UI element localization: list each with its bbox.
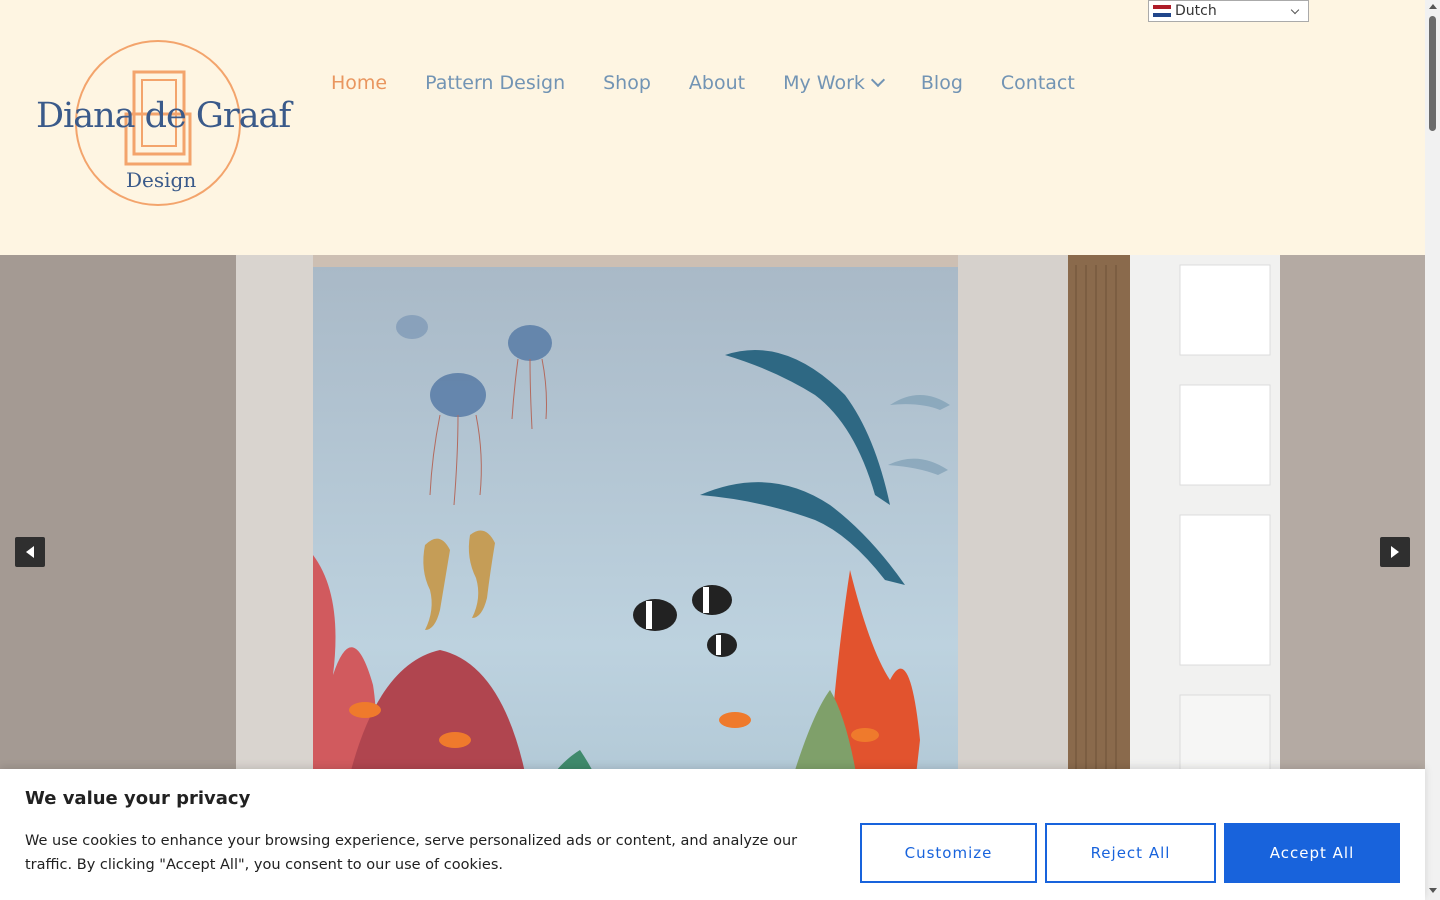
page-scrollbar[interactable] [1425, 0, 1440, 900]
triangle-right-icon [1391, 546, 1399, 558]
language-select-value: Dutch [1175, 3, 1217, 19]
nav-shop[interactable]: Shop [603, 72, 651, 94]
nav-home[interactable]: Home [331, 72, 387, 94]
scroll-up-arrow-icon[interactable] [1429, 4, 1437, 9]
cookie-description: We use cookies to enhance your browsing … [25, 833, 798, 873]
nav-home-label: Home [331, 72, 388, 94]
nav-my-work[interactable]: My Work [783, 72, 885, 94]
scrollbar-thumb[interactable] [1429, 16, 1436, 131]
site-logo[interactable]: Diana de Graaf Design [30, 34, 291, 214]
nav-about-label: About [688, 72, 746, 94]
cookie-title: We value your privacy [25, 788, 251, 809]
nav-my-work-label: My Work [783, 72, 865, 94]
site-header: Diana de Graaf Design Home Pattern Desig… [0, 0, 1425, 255]
nav-blog[interactable]: Blog [921, 72, 963, 94]
logo-wordmark: Diana de Graaf [36, 96, 291, 136]
chevron-down-icon [870, 72, 885, 88]
triangle-left-icon [26, 546, 34, 558]
slider-next-button[interactable] [1380, 537, 1410, 567]
language-select[interactable]: Dutch [1148, 0, 1309, 22]
nav-shop-label: Shop [603, 72, 651, 94]
cookie-banner: We value your privacy We use cookies to … [0, 769, 1425, 900]
nav-contact-label: Contact [1000, 72, 1075, 94]
accept-all-button[interactable]: Accept All [1224, 823, 1400, 883]
slider-prev-button[interactable] [15, 537, 45, 567]
reject-all-button[interactable]: Reject All [1045, 823, 1216, 883]
nav-pattern-design[interactable]: Pattern Design [425, 72, 565, 94]
customize-button[interactable]: Customize [860, 823, 1037, 883]
logo-subtitle: Design [126, 168, 197, 192]
chevron-down-icon [1290, 5, 1300, 15]
main-nav: Home Pattern Design Shop About My Work B… [331, 72, 1113, 94]
nav-contact[interactable]: Contact [1001, 72, 1075, 94]
dutch-flag-icon [1153, 5, 1171, 17]
nav-blog-label: Blog [920, 72, 963, 94]
scroll-down-arrow-icon[interactable] [1429, 888, 1437, 893]
nav-about[interactable]: About [689, 72, 745, 94]
nav-pattern-design-label: Pattern Design [425, 72, 566, 94]
